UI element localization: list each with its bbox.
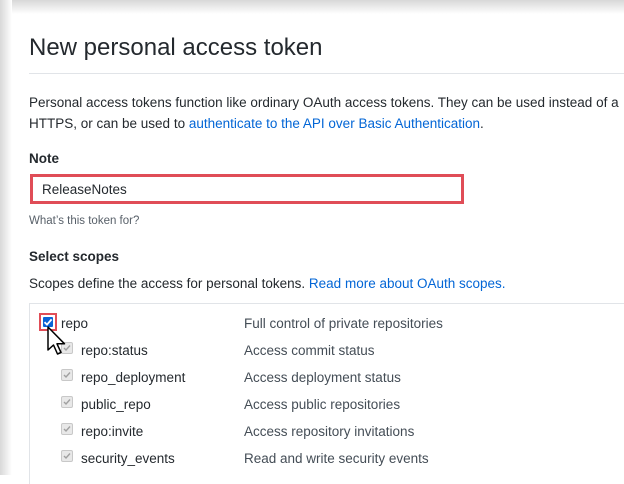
intro-line-2: HTTPS, or can be used to xyxy=(29,116,189,131)
security-events-checkbox[interactable] xyxy=(61,450,73,462)
scope-name-repo-deployment: repo_deployment xyxy=(81,370,186,385)
page-title: New personal access token xyxy=(29,34,323,61)
scope-desc-public-repo: Access public repositories xyxy=(244,397,401,412)
note-label: Note xyxy=(29,151,59,166)
scope-name-public-repo: public_repo xyxy=(81,397,151,412)
repo-invite-checkbox[interactable] xyxy=(61,423,73,435)
intro-period: . xyxy=(480,116,484,131)
note-input[interactable] xyxy=(30,174,464,204)
check-icon xyxy=(63,453,71,460)
scope-name-repo-status: repo:status xyxy=(81,343,148,358)
note-hint: What’s this token for? xyxy=(29,215,140,227)
scopes-description: Scopes define the access for personal to… xyxy=(29,276,506,291)
scope-desc-security-events: Read and write security events xyxy=(244,451,429,466)
check-icon xyxy=(63,426,71,433)
scope-desc-repo-invite: Access repository invitations xyxy=(244,424,415,439)
oauth-scopes-link[interactable]: Read more about OAuth scopes. xyxy=(309,276,506,291)
torn-edge-top xyxy=(0,0,624,14)
repo-deployment-checkbox[interactable] xyxy=(61,369,73,381)
scope-name-security-events: security_events xyxy=(81,451,175,466)
check-icon xyxy=(63,372,71,379)
scope-name-repo-invite: repo:invite xyxy=(81,424,144,439)
scope-desc-repo-deployment: Access deployment status xyxy=(244,370,401,385)
intro-line-1: Personal access tokens function like ord… xyxy=(29,95,619,110)
mouse-cursor-icon xyxy=(47,326,66,355)
basic-auth-link[interactable]: authenticate to the API over Basic Authe… xyxy=(189,116,480,131)
public-repo-checkbox[interactable] xyxy=(61,396,73,408)
scope-desc-repo-status: Access commit status xyxy=(244,343,375,358)
select-scopes-label: Select scopes xyxy=(29,249,120,264)
page: New personal access token Personal acces… xyxy=(0,0,624,484)
scopes-desc-text: Scopes define the access for personal to… xyxy=(29,276,309,291)
check-icon xyxy=(63,399,71,406)
torn-edge-left xyxy=(0,0,12,475)
scope-desc-repo: Full control of private repositories xyxy=(244,316,443,331)
intro-text: Personal access tokens function like ord… xyxy=(29,92,624,134)
title-divider xyxy=(29,73,624,74)
